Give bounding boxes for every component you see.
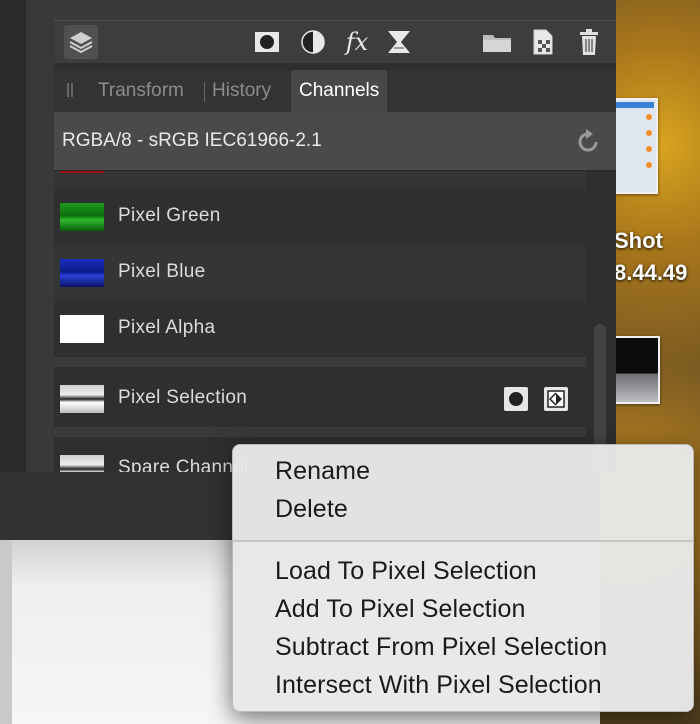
adjustment-icon[interactable]: [296, 25, 330, 59]
menu-separator: [233, 540, 693, 542]
load-selection-icon[interactable]: [504, 387, 528, 411]
channel-row-alpha[interactable]: Pixel Alpha: [54, 301, 586, 357]
channel-row-selection[interactable]: Pixel Selection: [54, 371, 586, 427]
live-filter-icon[interactable]: [382, 25, 416, 59]
invert-icon[interactable]: [544, 387, 568, 411]
tab-channels[interactable]: Channels: [291, 70, 388, 112]
trash-icon[interactable]: [572, 25, 606, 59]
desktop-image-thumbnail[interactable]: [612, 336, 660, 404]
app-left-gap: [26, 0, 54, 472]
section-divider: [54, 427, 586, 437]
app-left-strip: [0, 0, 26, 472]
layers-toolbar: fx: [54, 20, 616, 63]
thumbnail-dot: [646, 162, 652, 168]
tab-transform[interactable]: Transform: [98, 70, 184, 112]
list-item[interactable]: [54, 171, 586, 189]
channel-label: Spare Channel: [118, 457, 249, 472]
channel-thumbnail: [60, 171, 104, 173]
thumbnail-dot: [646, 130, 652, 136]
channel-label: Pixel Green: [118, 205, 221, 226]
menu-item-subtract-from-pixel-selection[interactable]: Subtract From Pixel Selection: [275, 633, 607, 662]
channel-thumbnail: [60, 315, 104, 343]
menu-item-intersect-with-pixel-selection[interactable]: Intersect With Pixel Selection: [275, 671, 602, 700]
mask-icon[interactable]: [250, 25, 284, 59]
channel-thumbnail: [60, 259, 104, 287]
background-window-edge: [0, 540, 12, 724]
channel-label: Pixel Blue: [118, 261, 206, 282]
desktop-file-label-line2[interactable]: 8.44.49: [614, 260, 687, 286]
menu-item-delete[interactable]: Delete: [275, 495, 348, 524]
panel-top-strip: [54, 0, 616, 20]
channel-thumbnail: [60, 203, 104, 231]
tab-separator: [204, 82, 205, 102]
channel-label: Pixel Alpha: [118, 317, 216, 338]
channel-row-blue[interactable]: Pixel Blue: [54, 245, 586, 301]
menu-item-add-to-pixel-selection[interactable]: Add To Pixel Selection: [275, 595, 526, 624]
channel-thumbnail: [60, 455, 104, 472]
channel-thumbnail: [60, 385, 104, 413]
layers-icon[interactable]: [64, 25, 98, 59]
group-folder-icon[interactable]: [480, 25, 514, 59]
fx-icon[interactable]: fx: [340, 25, 374, 59]
desktop-file-label-line1[interactable]: Shot: [614, 228, 663, 254]
section-divider: [54, 357, 586, 367]
add-pixel-layer-icon[interactable]: [526, 25, 560, 59]
channels-list: Pixel Green Pixel Blue Pixel Alpha Pixel…: [54, 171, 586, 472]
thumbnail-header: [616, 102, 654, 108]
channel-label: Pixel Selection: [118, 387, 248, 408]
tab-history[interactable]: History: [212, 70, 271, 112]
menu-item-rename[interactable]: Rename: [275, 457, 370, 486]
desktop-file-thumbnail[interactable]: [612, 98, 658, 194]
panel-tab-bar: Transform History Channels: [54, 70, 616, 112]
document-format-bar: RGBA/8 - sRGB IEC61966-2.1: [54, 112, 616, 171]
context-menu: Rename Delete Load To Pixel Selection Ad…: [232, 444, 694, 712]
studio-panel: fx Transform History Channels RGBA/8 - s…: [54, 0, 616, 472]
refresh-icon[interactable]: [574, 128, 602, 156]
menu-item-load-to-pixel-selection[interactable]: Load To Pixel Selection: [275, 557, 537, 586]
panel-drag-grip[interactable]: [67, 83, 73, 97]
thumbnail-dot: [646, 114, 652, 120]
channel-row-green[interactable]: Pixel Green: [54, 189, 586, 245]
thumbnail-dot: [646, 146, 652, 152]
fx-label: fx: [345, 28, 369, 56]
document-format-label: RGBA/8 - sRGB IEC61966-2.1: [62, 130, 322, 151]
